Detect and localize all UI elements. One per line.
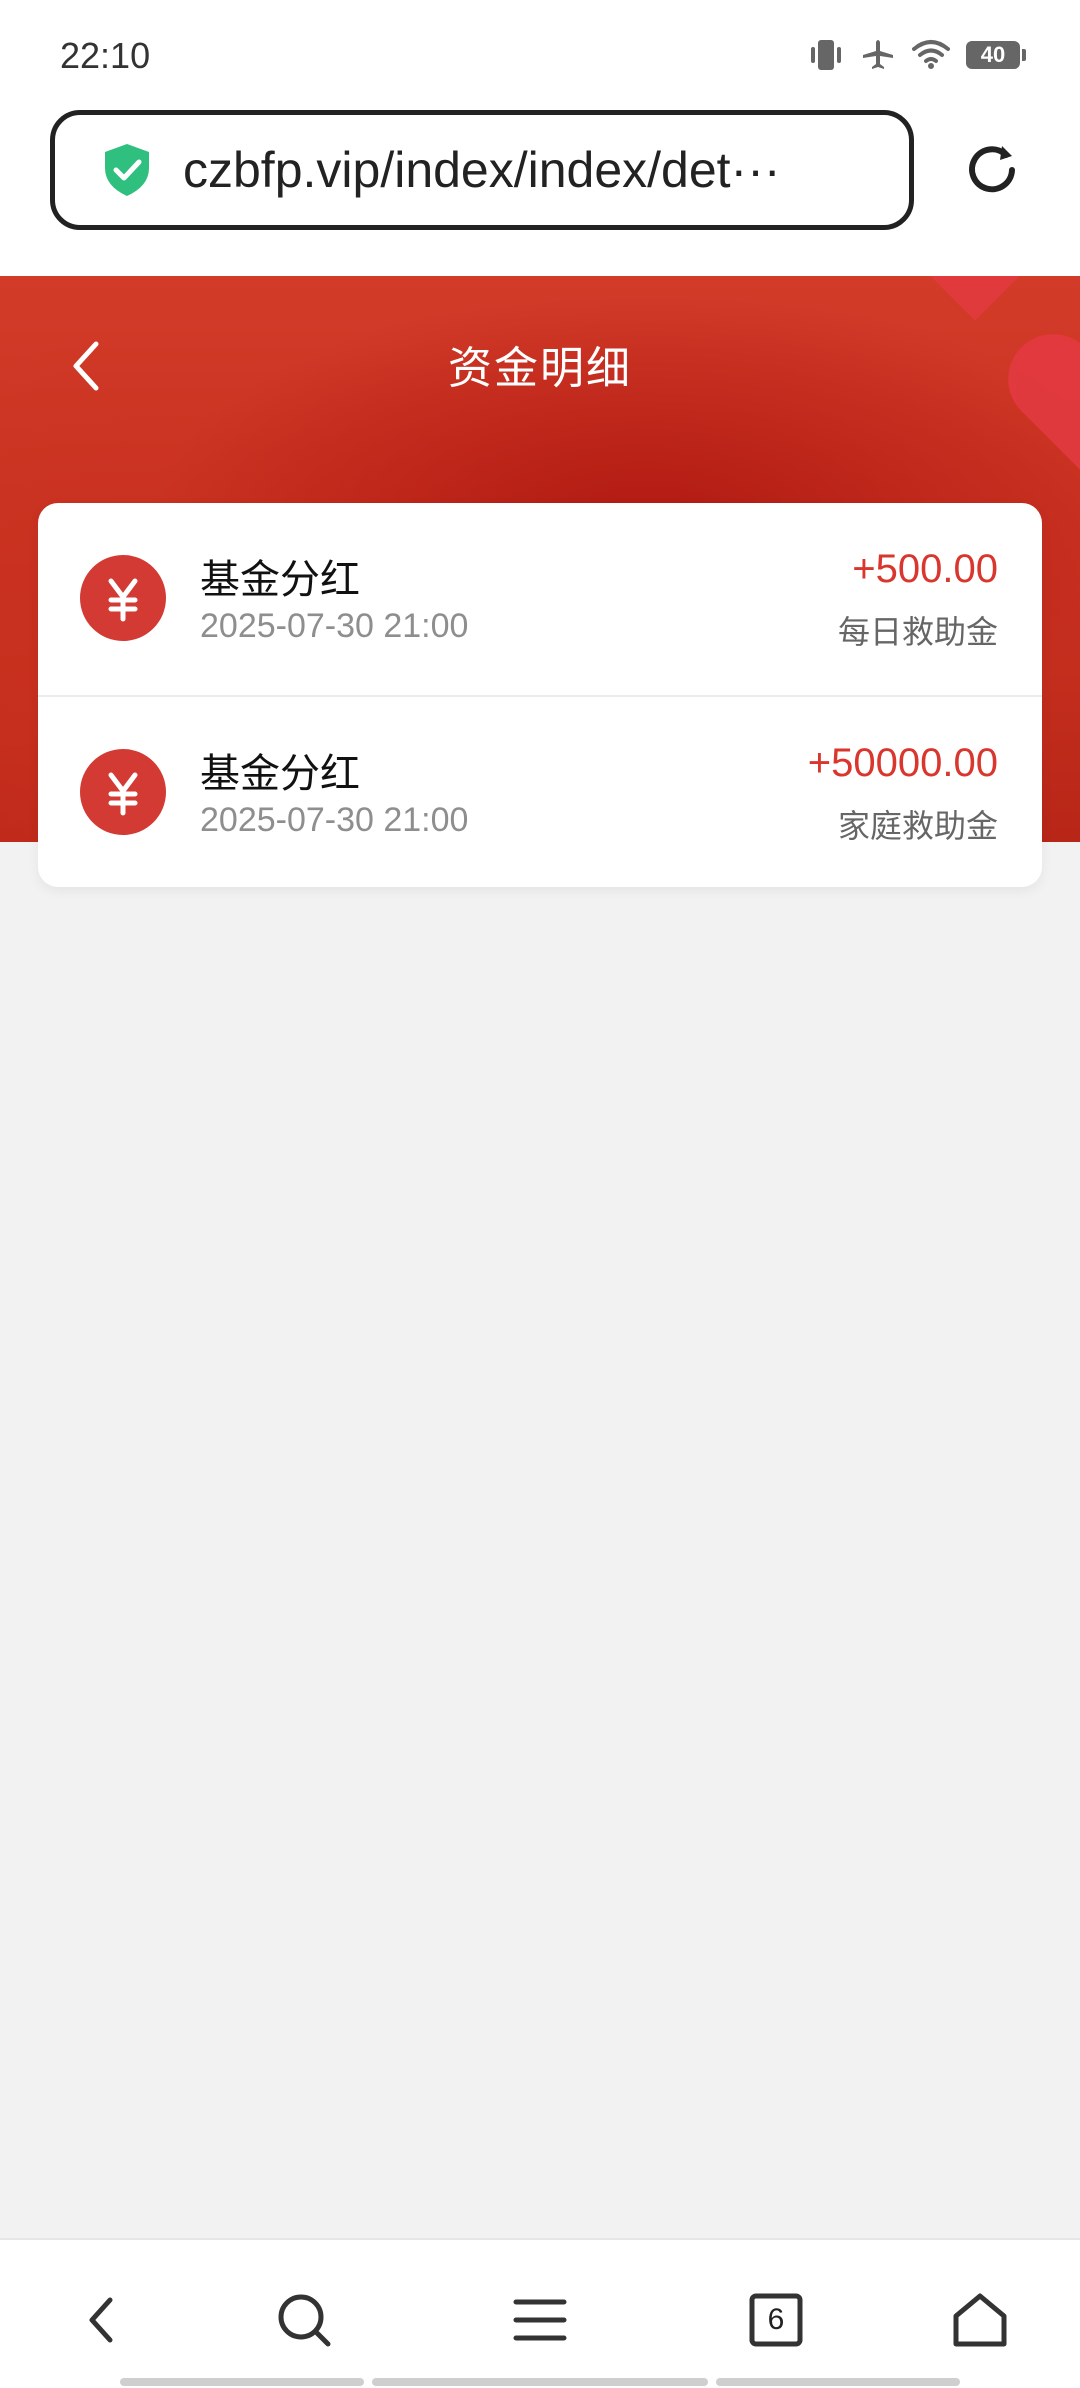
list-item[interactable]: 基金分红 2025-07-30 21:00 +500.00 每日救助金	[38, 503, 1042, 695]
transaction-title: 基金分红	[200, 557, 360, 603]
wifi-icon	[912, 40, 950, 69]
status-time: 22:10	[60, 35, 151, 76]
nav-back-button[interactable]	[60, 2280, 140, 2360]
nav-search-button[interactable]	[264, 2280, 344, 2360]
nav-home-button[interactable]	[940, 2280, 1020, 2360]
url-bar[interactable]: czbfp.vip/index/index/det···	[50, 110, 914, 230]
gesture-bar	[120, 2378, 364, 2386]
transaction-time: 2025-07-30 21:00	[200, 801, 469, 839]
nav-tabs-button[interactable]: 6	[736, 2280, 816, 2360]
nav-search-icon	[278, 2294, 331, 2347]
status-icons: 40	[808, 38, 1026, 72]
list-item[interactable]: 基金分红 2025-07-30 21:00 +50000.00 家庭救助金	[38, 695, 1042, 887]
yen-icon	[80, 555, 166, 641]
reload-icon[interactable]	[962, 140, 1022, 200]
nav-menu-icon	[513, 2299, 567, 2341]
status-bar: 22:10 40	[0, 0, 1080, 110]
transaction-amount: +50000.00	[807, 741, 998, 785]
page-title: 资金明细	[448, 343, 632, 394]
airplane-icon	[863, 40, 893, 69]
vibrate-icon	[811, 40, 841, 70]
transaction-amount: +500.00	[852, 547, 998, 591]
url-text: czbfp.vip/index/index/det···	[183, 142, 781, 198]
battery-icon: 40	[966, 41, 1026, 69]
nav-menu-button[interactable]	[500, 2280, 580, 2360]
heart-decoration	[925, 276, 1025, 321]
address-bar-area: czbfp.vip/index/index/det···	[0, 110, 1080, 276]
shield-check-icon	[105, 144, 149, 196]
bottom-nav: 6	[0, 2238, 1080, 2388]
gesture-bar	[372, 2378, 708, 2386]
transaction-tag: 家庭救助金	[837, 807, 998, 845]
tabs-count: 6	[767, 2303, 785, 2336]
transaction-title: 基金分红	[200, 751, 360, 797]
yen-icon	[80, 749, 166, 835]
nav-home-icon	[953, 2293, 1007, 2347]
transaction-tag: 每日救助金	[837, 613, 998, 651]
nav-back-icon	[89, 2297, 113, 2343]
gesture-bar	[716, 2378, 960, 2386]
transaction-time: 2025-07-30 21:00	[200, 607, 469, 645]
transaction-list: 基金分红 2025-07-30 21:00 +500.00 每日救助金 基金分红…	[38, 503, 1042, 887]
